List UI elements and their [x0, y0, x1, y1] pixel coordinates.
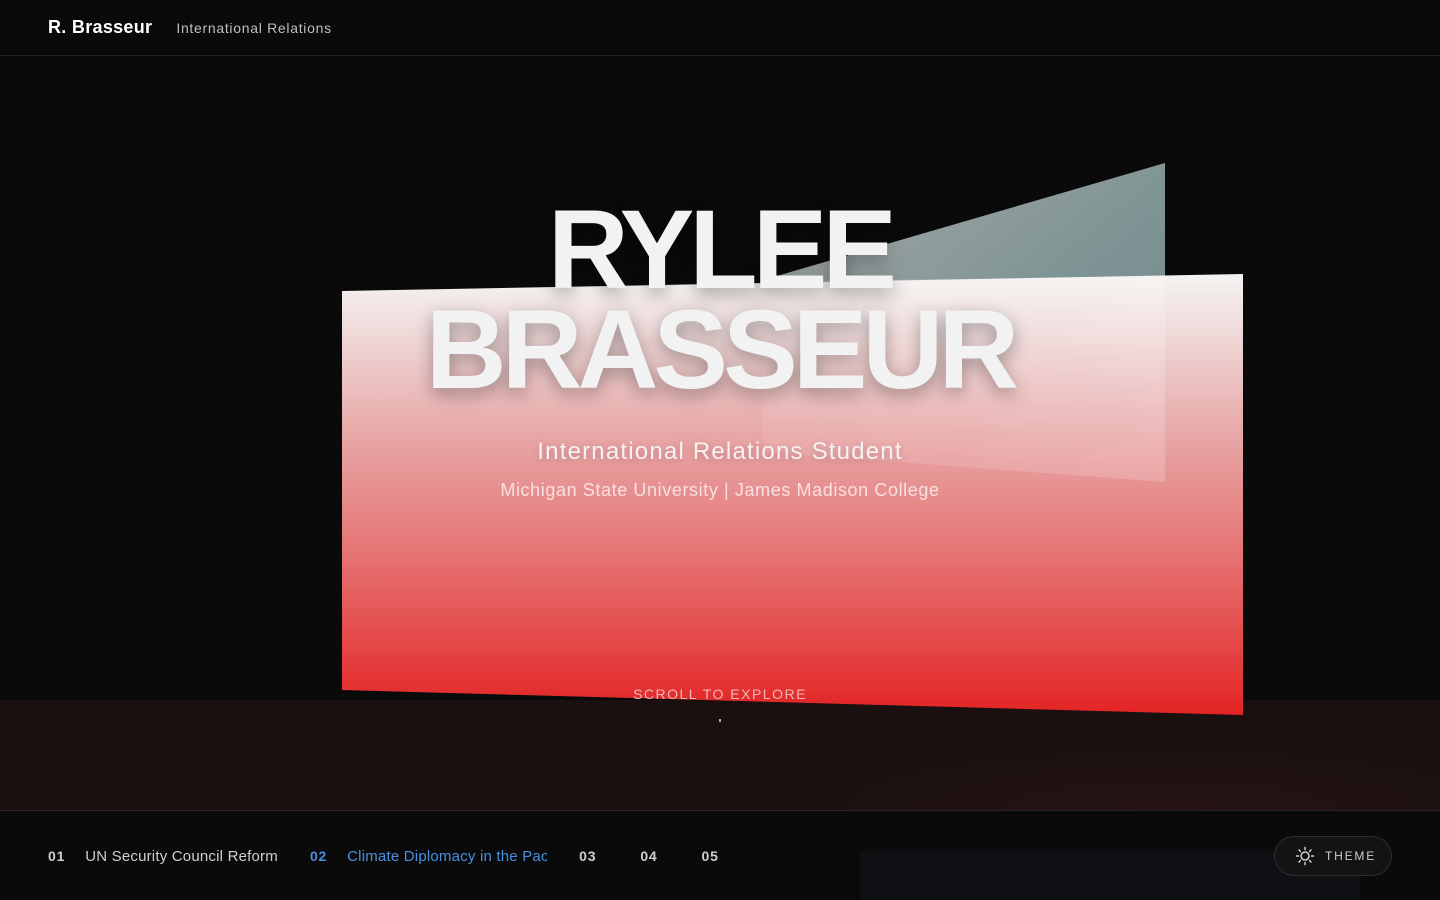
project-nav-item-02[interactable]: 02 Climate Diplomacy in the Pacific	[310, 848, 547, 865]
brand-logo-link[interactable]: R. Brasseur	[48, 17, 152, 38]
project-number: 04	[640, 848, 658, 864]
hero-first-name: RYLEE	[547, 187, 897, 312]
hero-school: Michigan State University | James Madiso…	[500, 480, 940, 500]
project-nav-item-01[interactable]: 01 UN Security Council Reform	[48, 848, 278, 865]
sun-icon	[1295, 846, 1315, 866]
project-number: 02	[309, 848, 328, 864]
project-title: Climate Diplomacy in the Pacific	[347, 847, 548, 865]
site-header: R. Brasseur International Relations	[0, 0, 1440, 56]
scroll-hint[interactable]: SCROLL TO EXPLORE	[0, 686, 1440, 702]
hero-last-name: BRASSEUR	[425, 287, 1020, 412]
project-nav-item-03[interactable]: 03	[579, 848, 596, 864]
project-number: 05	[701, 848, 719, 864]
theme-toggle-button[interactable]: THEME	[1274, 836, 1392, 876]
project-number: 03	[579, 848, 597, 864]
theme-label: THEME	[1325, 849, 1376, 863]
hero-role: International Relations Student	[537, 438, 903, 465]
project-nav: 01 UN Security Council Reform 02 Climate…	[48, 811, 763, 900]
scroll-indicator	[719, 719, 721, 722]
project-nav-item-04[interactable]: 04	[640, 848, 657, 864]
project-footer: 01 UN Security Council Reform 02 Climate…	[0, 810, 1440, 900]
project-title: UN Security Council Reform	[85, 847, 278, 865]
project-nav-item-05[interactable]: 05	[702, 848, 719, 864]
hero-section: RYLEE BRASSEUR International Relations S…	[0, 187, 1440, 501]
hero-name: RYLEE BRASSEUR	[0, 187, 1440, 412]
brand-subtitle: International Relations	[176, 19, 332, 36]
project-number: 01	[48, 848, 66, 864]
